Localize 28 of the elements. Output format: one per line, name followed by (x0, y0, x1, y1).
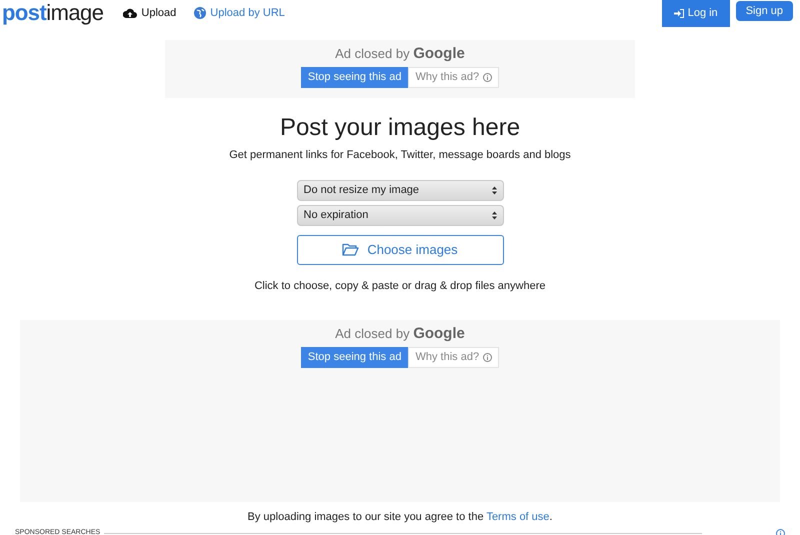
updown-icon (492, 186, 496, 194)
updown-icon (492, 210, 496, 220)
cloud-upload-icon (123, 8, 138, 19)
stop-ad-button[interactable]: Stop seeing this ad (300, 66, 408, 88)
dropdown[interactable]: Do not resize my image (296, 180, 504, 200)
why-ad-button[interactable]: Why this ad? (408, 66, 500, 88)
login-button[interactable]: Log in (662, 0, 730, 27)
info-icon (483, 352, 492, 362)
nav-link[interactable]: Upload (123, 5, 176, 22)
logo[interactable]: postimage (2, 1, 104, 25)
info-icon (483, 72, 492, 82)
terms-notice: By uploading images to our site you agree to the Terms of use. (246, 510, 554, 525)
dropdown[interactable]: No expiration (296, 204, 504, 226)
choose-images-button[interactable]: Choose images (296, 234, 504, 264)
sign-in-icon (674, 9, 684, 18)
terms-link[interactable]: Terms of use (486, 511, 550, 523)
ad-closed-label: Ad closed by Google (335, 324, 465, 344)
ad-closed-label: Ad closed by Google (335, 44, 465, 64)
why-ad-button[interactable]: Why this ad? (408, 346, 500, 368)
globe-icon (194, 7, 206, 20)
signup-button[interactable]: Sign up (736, 1, 793, 21)
subtitle: Get permanent links for Facebook, Twitter, message boards and blogs (229, 148, 571, 163)
upload-hint: Click to choose, copy & paste or drag & drop files anywhere (254, 278, 546, 294)
nav-link[interactable]: Upload by URL (194, 5, 285, 22)
info-icon (776, 528, 785, 535)
page-title: Post your images here (280, 113, 520, 143)
stop-ad-button[interactable]: Stop seeing this ad (300, 346, 408, 368)
folder-icon (342, 243, 360, 256)
